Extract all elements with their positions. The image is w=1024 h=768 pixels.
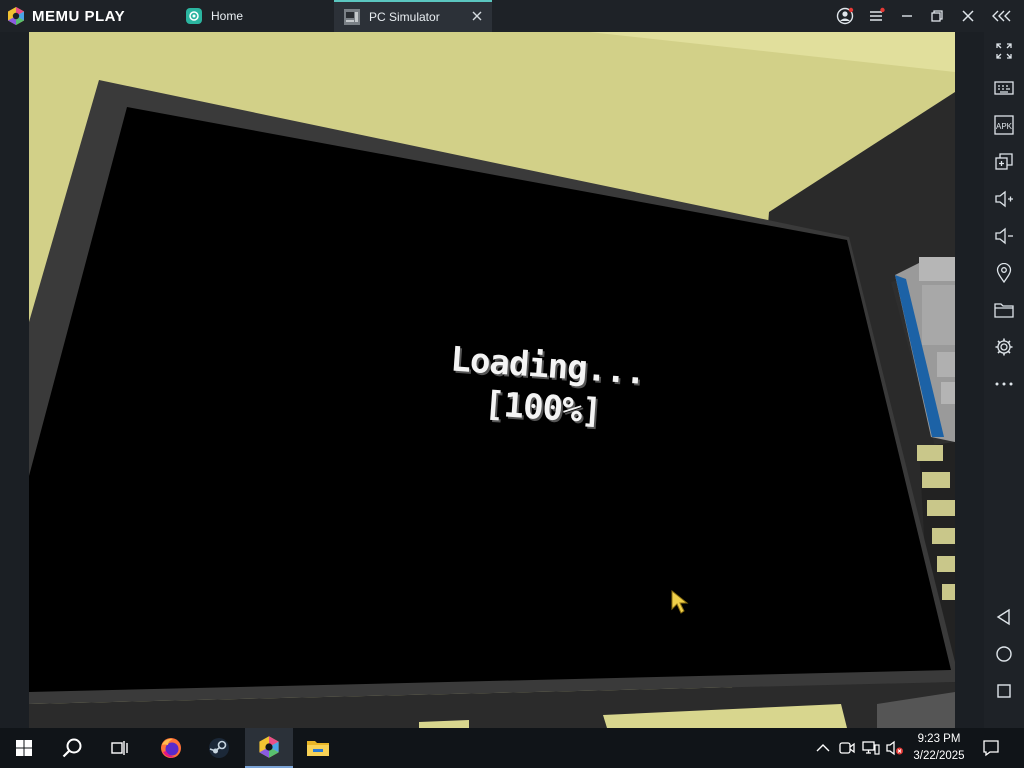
memu-logo-icon bbox=[6, 6, 26, 26]
keyboard-mapping-icon[interactable] bbox=[992, 76, 1016, 100]
volume-down-icon[interactable] bbox=[992, 224, 1016, 248]
tab-pc-simulator[interactable]: PC Simulator bbox=[334, 0, 492, 32]
close-tab-icon[interactable] bbox=[470, 10, 484, 24]
search-icon[interactable] bbox=[48, 728, 96, 768]
task-view-icon[interactable] bbox=[96, 728, 144, 768]
pc-simulator-app-icon bbox=[344, 9, 360, 25]
tab-pc-simulator-label: PC Simulator bbox=[369, 10, 440, 24]
notification-icon[interactable] bbox=[981, 738, 1001, 758]
network-icon[interactable] bbox=[861, 738, 881, 758]
apk-install-icon[interactable]: APK bbox=[992, 113, 1016, 137]
account-icon[interactable] bbox=[830, 0, 860, 32]
emulator-sidebar: APK bbox=[984, 32, 1024, 728]
memu-emulator-window: MEMU PLAY Home PC Simulator Loading... [… bbox=[0, 0, 1024, 768]
volume-muted-icon[interactable] bbox=[885, 738, 905, 758]
steam-icon[interactable] bbox=[195, 728, 243, 768]
clock-time: 9:23 PM bbox=[917, 733, 961, 745]
windows-start-icon[interactable] bbox=[0, 728, 48, 768]
multi-instance-icon[interactable] bbox=[992, 150, 1016, 174]
file-explorer-icon[interactable] bbox=[294, 728, 342, 768]
shared-folder-icon[interactable] bbox=[992, 298, 1016, 322]
close-icon[interactable] bbox=[953, 0, 983, 32]
tab-home-label: Home bbox=[211, 9, 244, 23]
game-viewport[interactable]: Loading... [100%] bbox=[29, 32, 955, 728]
restore-icon[interactable] bbox=[922, 0, 952, 32]
home-icon[interactable] bbox=[992, 642, 1016, 666]
brand-name: MEMU PLAY bbox=[32, 7, 126, 25]
firefox-icon[interactable] bbox=[147, 728, 195, 768]
location-icon[interactable] bbox=[992, 261, 1016, 285]
title-bar: MEMU PLAY Home PC Simulator bbox=[0, 0, 1024, 32]
menu-icon[interactable] bbox=[861, 0, 891, 32]
home-app-icon bbox=[186, 8, 202, 24]
more-icon[interactable] bbox=[992, 372, 1016, 396]
volume-up-icon[interactable] bbox=[992, 187, 1016, 211]
svg-text:APK: APK bbox=[996, 122, 1013, 131]
fullscreen-icon[interactable] bbox=[992, 39, 1016, 63]
back-icon[interactable] bbox=[992, 605, 1016, 629]
show-hidden-icons-chevron[interactable] bbox=[813, 738, 833, 758]
recent-apps-icon[interactable] bbox=[992, 679, 1016, 703]
settings-icon[interactable] bbox=[992, 335, 1016, 359]
clock-date: 3/22/2025 bbox=[913, 750, 965, 762]
mouse-cursor-icon bbox=[671, 589, 689, 614]
minimize-icon[interactable] bbox=[892, 0, 922, 32]
windows-taskbar: 9:23 PM 3/22/2025 bbox=[0, 728, 1024, 768]
meet-now-icon[interactable] bbox=[837, 738, 857, 758]
system-clock[interactable]: 9:23 PM 3/22/2025 bbox=[906, 731, 972, 765]
memu-icon[interactable] bbox=[245, 728, 293, 768]
memu-logo: MEMU PLAY bbox=[6, 5, 125, 27]
loading-overlay: Loading... [100%] bbox=[446, 338, 646, 435]
collapse-sidebar-icon[interactable] bbox=[988, 0, 1018, 32]
tab-home[interactable]: Home bbox=[184, 0, 332, 32]
